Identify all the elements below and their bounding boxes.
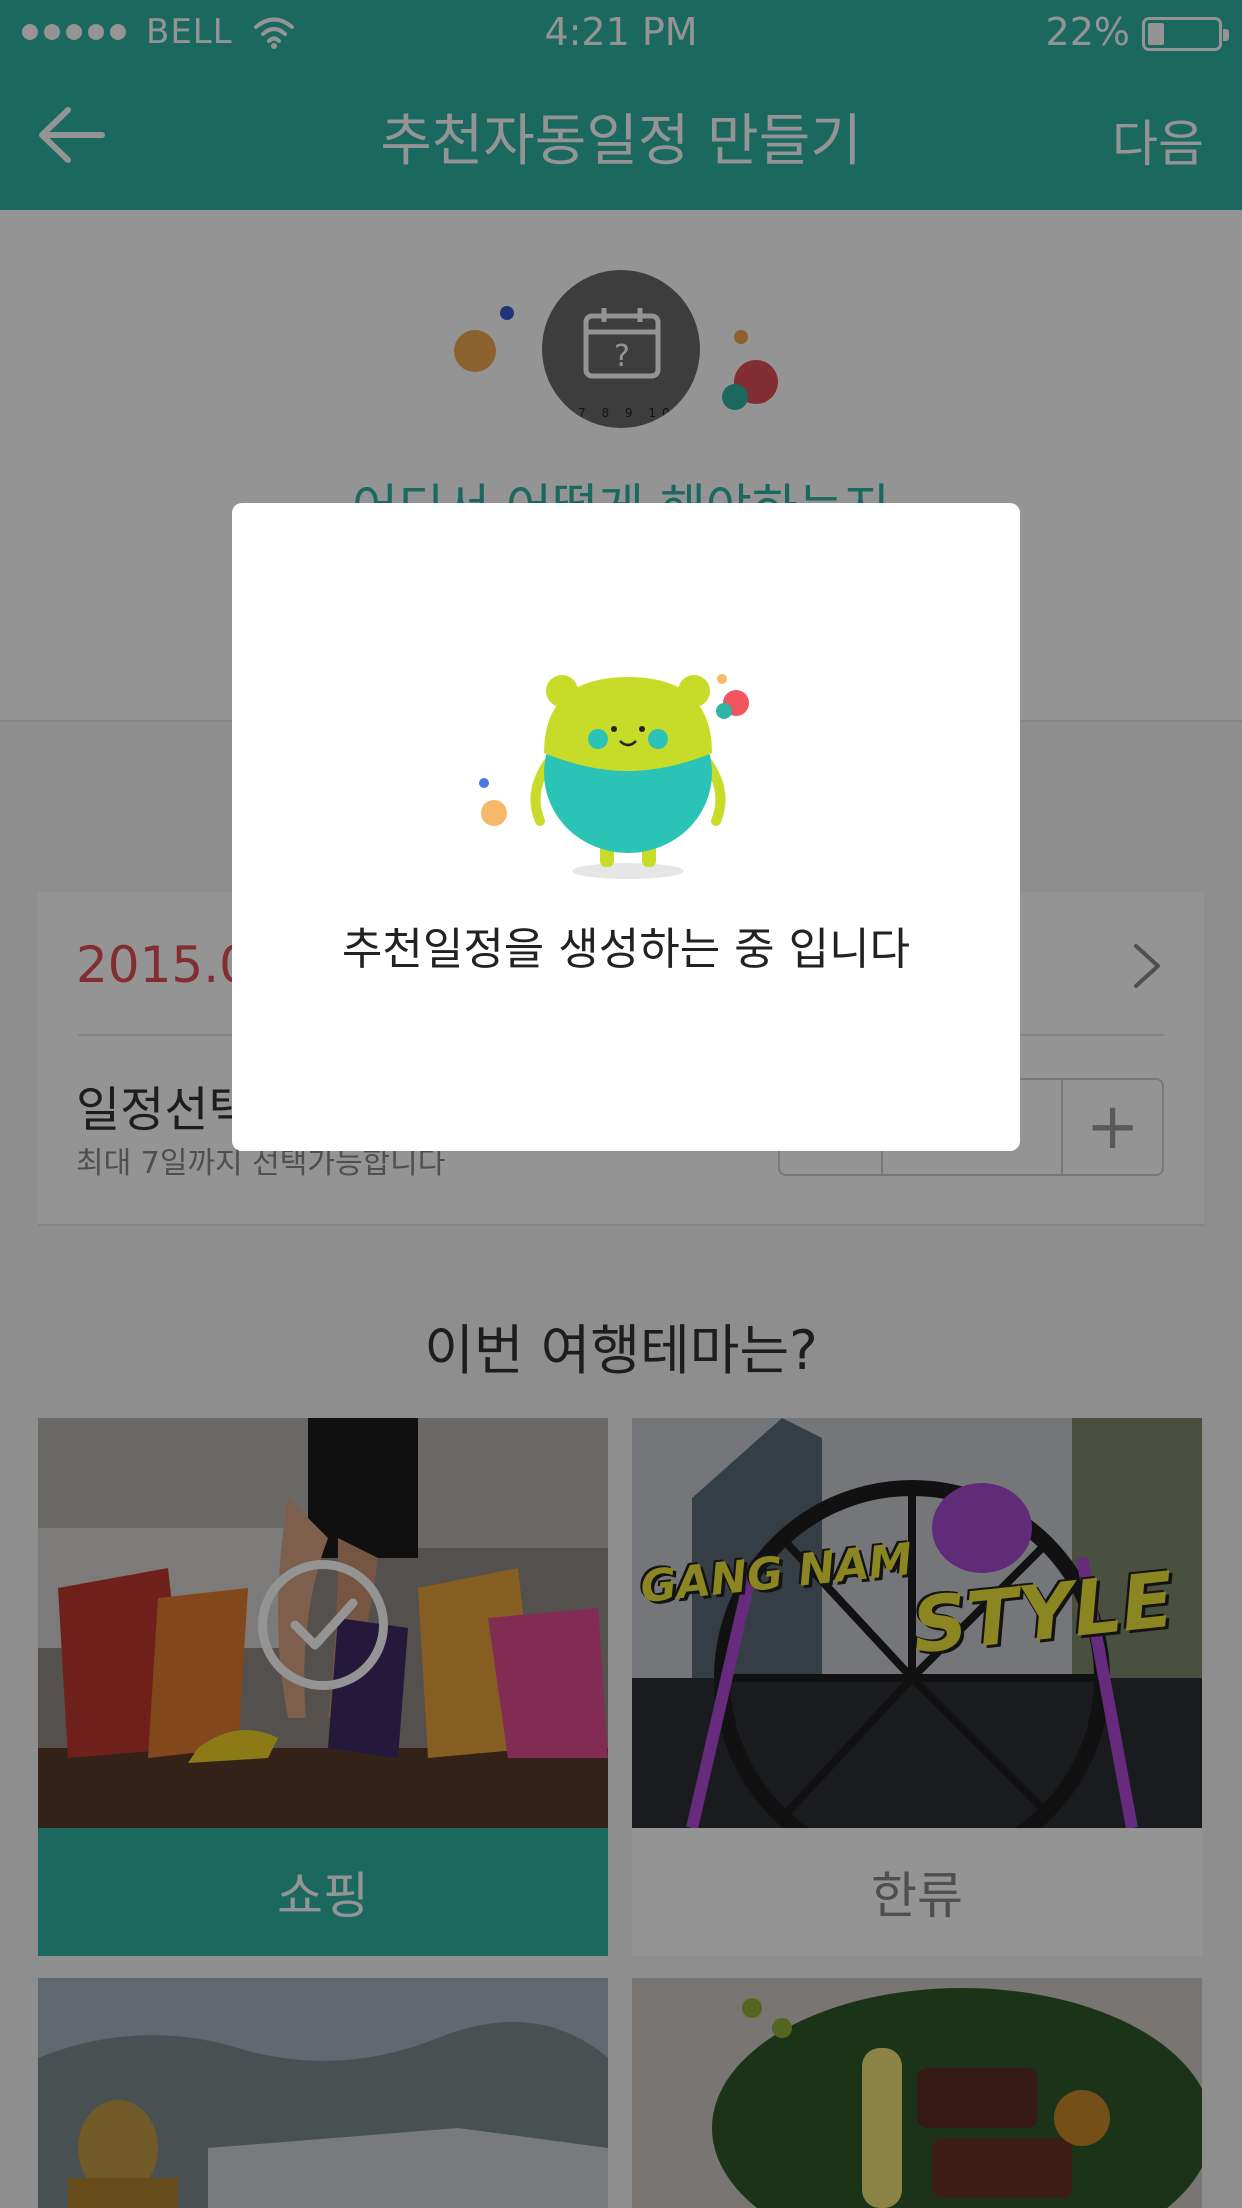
loading-dialog: 추천일정을 생성하는 중 입니다: [232, 503, 1020, 1151]
bear-mascot-icon: [479, 674, 749, 879]
loading-message: 추천일정을 생성하는 중 입니다: [341, 924, 911, 975]
